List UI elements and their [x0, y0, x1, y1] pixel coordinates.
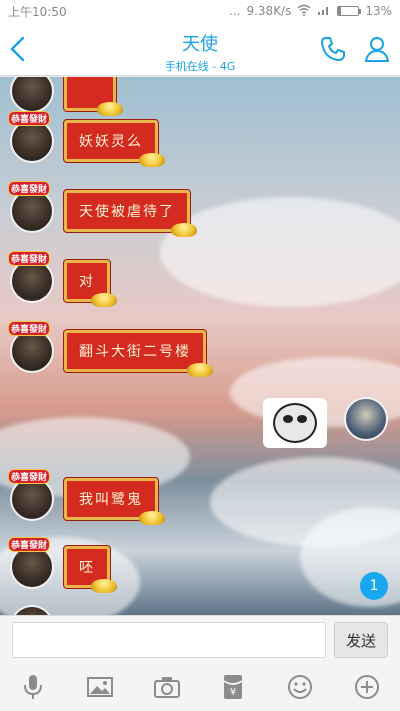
gold-ingot-icon: [171, 223, 197, 237]
emoji-button[interactable]: [284, 671, 316, 703]
title-block: 天使 手机在线 - 4G: [100, 30, 300, 74]
message-input[interactable]: [12, 622, 326, 658]
avatar-badge: 恭喜發財: [8, 321, 51, 336]
message-bubble[interactable]: 天使被虐待了: [63, 189, 197, 237]
avatar-badge: 恭喜發財: [8, 251, 51, 266]
panda-meme-sticker: [273, 403, 317, 443]
status-dots: ...: [228, 4, 241, 18]
message-bubble[interactable]: 对: [63, 259, 117, 307]
message-bubble[interactable]: 妖妖灵么: [63, 119, 165, 167]
image-icon: [86, 677, 113, 697]
message-bubble[interactable]: 呸: [63, 545, 117, 593]
emoji-icon: [287, 675, 312, 699]
svg-text:¥: ¥: [230, 687, 236, 698]
status-time: 上午10:50: [8, 4, 67, 19]
status-right: ... 9.38K/s 13%: [229, 4, 392, 19]
wifi-icon: [297, 4, 311, 19]
message-row: 恭喜發財 我叫鹭鬼: [8, 469, 165, 525]
camera-button[interactable]: [151, 671, 183, 703]
plus-icon: [354, 675, 379, 699]
gold-ingot-icon: [91, 579, 117, 593]
avatar[interactable]: 恭喜發財: [8, 181, 54, 233]
battery-level: [338, 7, 341, 15]
back-arrow-icon: [10, 36, 25, 62]
more-button[interactable]: [351, 671, 383, 703]
status-bar: 上午10:50 ... 9.38K/s 13%: [0, 0, 400, 22]
avatar-badge: 恭喜發財: [8, 111, 51, 126]
voice-button[interactable]: [17, 671, 49, 703]
red-packet-icon: ¥: [223, 675, 243, 699]
message-row: [10, 605, 54, 615]
message-row: 恭喜發財 妖妖灵么: [8, 111, 165, 167]
message-text: 对: [79, 274, 95, 290]
avatar[interactable]: 恭喜發財: [8, 251, 54, 303]
page-title: 天使: [182, 34, 218, 55]
image-button[interactable]: [84, 671, 116, 703]
chat-background[interactable]: 恭喜發財 妖妖灵么 恭喜發財 天使被虐待了 恭喜發財 对 恭喜發財 翻斗大街二号…: [0, 77, 400, 615]
message-bubble[interactable]: 翻斗大街二号楼: [63, 329, 213, 377]
self-avatar[interactable]: [344, 397, 388, 441]
network-speed: 9.38K/s: [246, 4, 292, 18]
avatar[interactable]: 恭喜發財: [8, 469, 54, 521]
battery-icon: [337, 6, 362, 16]
message-text: 妖妖灵么: [79, 134, 143, 150]
cloud: [160, 197, 400, 307]
chat-toolbar: ¥: [0, 663, 400, 711]
gold-ingot-icon: [139, 153, 165, 167]
avatar[interactable]: 恭喜發財: [8, 321, 54, 373]
send-button[interactable]: 发送: [334, 622, 388, 658]
gold-ingot-icon: [91, 293, 117, 307]
message-row: 恭喜發財 对: [8, 251, 117, 307]
message-bubble[interactable]: 我叫鹭鬼: [63, 477, 165, 525]
message-text: 翻斗大街二号楼: [79, 344, 191, 360]
gold-ingot-icon: [187, 363, 213, 377]
gold-ingot-icon: [139, 511, 165, 525]
avatar[interactable]: [10, 77, 54, 113]
unread-count-badge[interactable]: 1: [360, 572, 388, 600]
call-button[interactable]: [318, 34, 348, 64]
sticker-message[interactable]: [263, 398, 327, 448]
message-row: 恭喜發財 翻斗大街二号楼: [8, 321, 213, 377]
camera-icon: [153, 677, 180, 698]
phone-icon: [321, 37, 345, 61]
message-text: 呸: [79, 560, 95, 576]
red-packet-button[interactable]: ¥: [217, 671, 249, 703]
avatar[interactable]: [10, 605, 54, 615]
chat-header: 天使 手机在线 - 4G: [0, 22, 400, 76]
person-icon: [364, 37, 390, 62]
microphone-icon: [24, 675, 43, 699]
message-text: 我叫鹭鬼: [79, 492, 143, 508]
message-text: 天使被虐待了: [79, 204, 175, 220]
message-bubble[interactable]: [63, 77, 123, 116]
input-bar: 发送: [0, 615, 400, 663]
message-row: 恭喜發財 呸: [8, 537, 117, 593]
message-row: [10, 77, 123, 116]
avatar[interactable]: 恭喜發財: [8, 111, 54, 163]
gold-ingot-icon: [97, 102, 123, 116]
signal-icon: [317, 4, 331, 19]
avatar-badge: 恭喜發財: [8, 537, 51, 552]
profile-button[interactable]: [362, 34, 392, 64]
back-button[interactable]: [6, 34, 30, 64]
message-row: 恭喜發財 天使被虐待了: [8, 181, 197, 237]
avatar-badge: 恭喜發財: [8, 469, 51, 484]
battery-percent: 13%: [365, 4, 392, 18]
avatar[interactable]: 恭喜發財: [8, 537, 54, 589]
avatar-badge: 恭喜發財: [8, 181, 51, 196]
online-status: 手机在线 - 4G: [164, 60, 236, 73]
